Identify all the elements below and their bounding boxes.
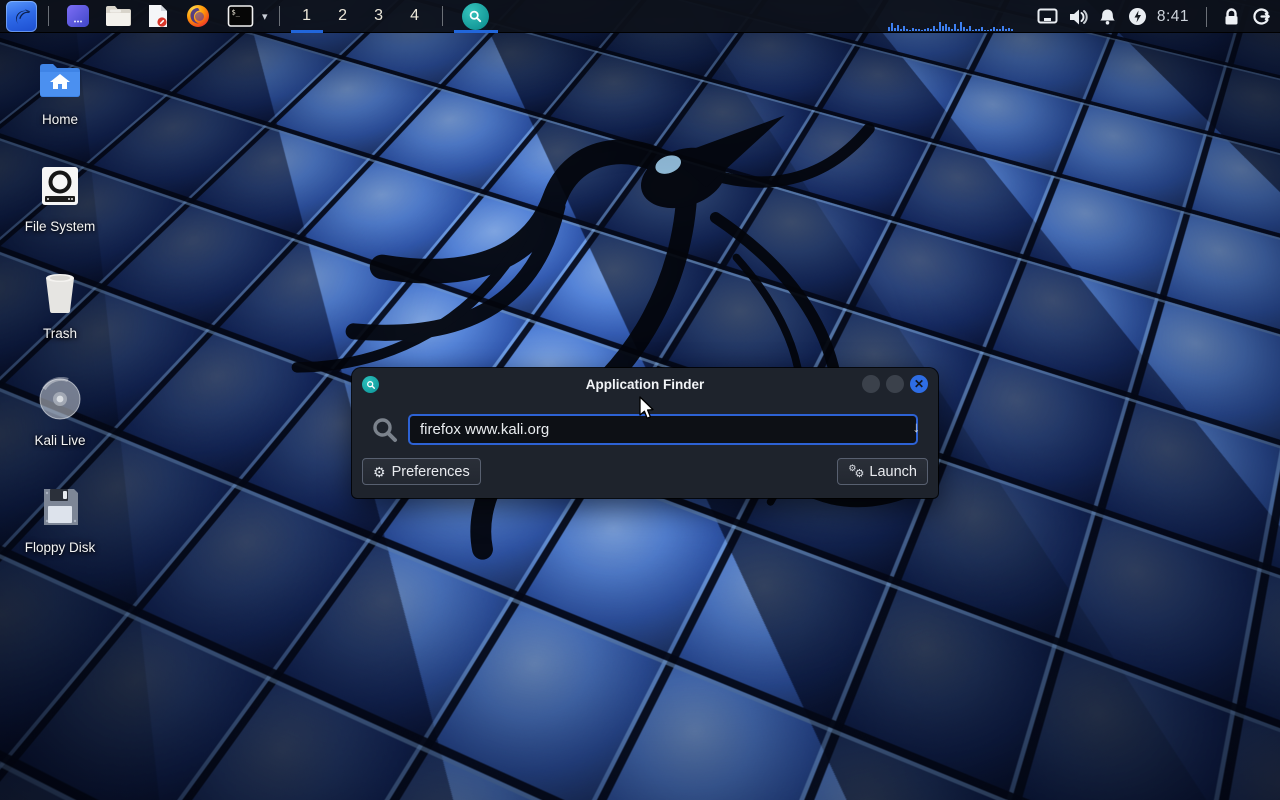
minimize-button[interactable] <box>862 375 880 393</box>
text-editor-icon <box>147 4 169 28</box>
desktop-icon-label: Kali Live <box>34 433 85 448</box>
desktop-icon-kali-live[interactable]: Kali Live <box>12 369 108 476</box>
preferences-button[interactable]: ⚙ Preferences <box>362 458 481 485</box>
workspace-2[interactable]: 2 <box>325 0 361 33</box>
close-icon: ✕ <box>914 378 924 390</box>
desktop-icon-label: File System <box>25 219 96 234</box>
workspace-number: 1 <box>302 7 311 25</box>
launcher-purple-app[interactable] <box>63 1 93 31</box>
panel-separator <box>48 6 49 26</box>
desktop-icon-trash[interactable]: Trash <box>12 262 108 369</box>
home-folder-icon <box>37 48 83 100</box>
power-manager-icon[interactable] <box>1123 0 1153 33</box>
panel-separator <box>1206 7 1207 27</box>
workspace-4[interactable]: 4 <box>397 0 433 33</box>
gear-icon: ⚙ <box>373 465 386 479</box>
desktop-icon-column: Home File System <box>12 48 108 583</box>
kali-desktop: Home File System <box>0 0 1280 800</box>
top-panel: $_ ▾ 1 2 3 4 <box>0 0 1280 33</box>
launcher-terminal[interactable]: $_ <box>223 1 257 31</box>
desktop-icon-home[interactable]: Home <box>12 48 108 155</box>
purple-app-icon <box>66 4 90 28</box>
panel-left-cluster: $_ ▾ 1 2 3 4 <box>0 0 500 32</box>
panel-separator <box>442 6 443 26</box>
notifications-bell-icon[interactable] <box>1093 0 1123 33</box>
folder-icon <box>105 5 131 27</box>
desktop-icon-floppy-disk[interactable]: Floppy Disk <box>12 476 108 583</box>
launcher-file-manager[interactable] <box>103 1 133 31</box>
network-icon[interactable] <box>1033 0 1063 33</box>
workspace-number: 4 <box>410 7 419 25</box>
panel-right-cluster: 8:41 <box>1033 0 1280 33</box>
firefox-icon <box>186 4 210 28</box>
desktop-icon-label: Floppy Disk <box>25 540 96 555</box>
terminal-icon: $_ <box>227 4 254 28</box>
launch-label: Launch <box>869 464 917 480</box>
finder-buttons-row: ⚙ Preferences ⚙ ⚙ Launch <box>362 445 928 485</box>
taskbar-application-finder[interactable] <box>452 0 500 33</box>
desktop-icon-label: Trash <box>43 326 77 341</box>
window-title: Application Finder <box>352 377 938 392</box>
mouse-cursor <box>638 396 656 420</box>
svg-text:$_: $_ <box>231 9 240 17</box>
application-finder-icon <box>462 3 489 30</box>
command-entry-wrap: ↓ <box>408 414 928 445</box>
close-button[interactable]: ✕ <box>910 375 928 393</box>
maximize-button[interactable] <box>886 375 904 393</box>
application-finder-window: Application Finder ✕ ↓ <box>352 368 938 498</box>
entry-dropdown-arrow-icon[interactable]: ↓ <box>913 419 921 436</box>
launcher-firefox[interactable] <box>183 1 213 31</box>
desktop-icon-file-system[interactable]: File System <box>12 155 108 262</box>
trash-can-icon <box>40 262 80 314</box>
volume-icon[interactable] <box>1063 0 1093 33</box>
kali-logo-icon <box>11 5 33 27</box>
lock-icon[interactable] <box>1216 0 1246 33</box>
workspace-3[interactable]: 3 <box>361 0 397 33</box>
terminal-launcher-dropdown-chevron-icon[interactable]: ▾ <box>262 10 268 23</box>
floppy-disk-icon <box>39 476 81 528</box>
preferences-label: Preferences <box>392 464 470 480</box>
search-icon <box>362 416 408 444</box>
workspace-1[interactable]: 1 <box>289 0 325 33</box>
launch-button[interactable]: ⚙ ⚙ Launch <box>837 458 928 485</box>
workspace-number: 2 <box>338 7 347 25</box>
optical-disc-icon <box>38 369 82 421</box>
desktop-icon-label: Home <box>42 112 78 127</box>
window-buttons: ✕ <box>862 375 928 393</box>
command-input[interactable] <box>408 414 918 445</box>
hard-drive-icon <box>39 155 81 207</box>
run-gears-icon: ⚙ ⚙ <box>848 464 863 479</box>
launcher-text-editor[interactable] <box>143 1 173 31</box>
clock[interactable]: 8:41 <box>1153 8 1197 26</box>
workspace-number: 3 <box>374 7 383 25</box>
audio-spectrum-visualizer <box>888 20 1038 31</box>
kali-menu-button[interactable] <box>6 1 37 32</box>
logout-icon[interactable] <box>1246 0 1276 33</box>
application-finder-icon <box>362 376 379 393</box>
panel-separator <box>279 6 280 26</box>
